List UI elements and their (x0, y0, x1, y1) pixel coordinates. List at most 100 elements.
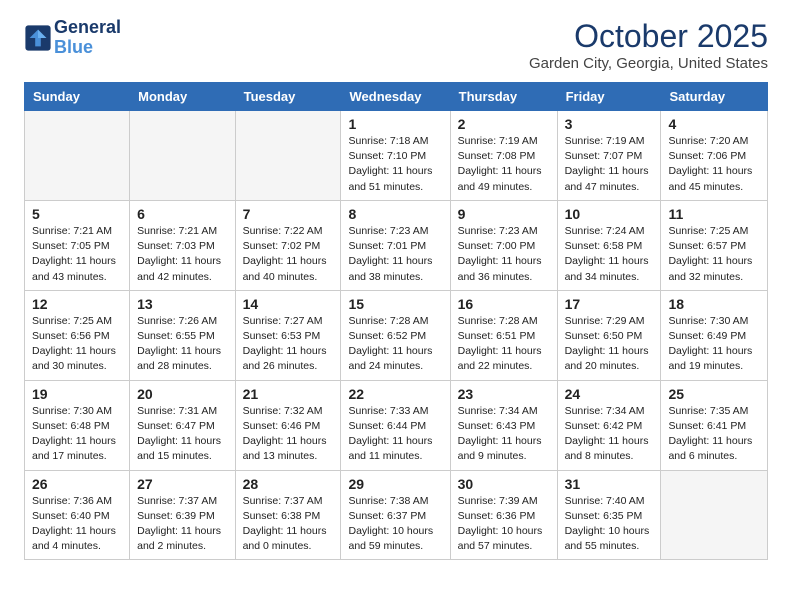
cal-cell: 27 Sunrise: 7:37 AMSunset: 6:39 PMDayligh… (130, 470, 235, 560)
week-row-2: 5 Sunrise: 7:21 AMSunset: 7:05 PMDaylight… (25, 200, 768, 290)
cell-content: Sunrise: 7:34 AMSunset: 6:43 PMDaylight:… (458, 404, 550, 465)
cal-cell: 4 Sunrise: 7:20 AMSunset: 7:06 PMDaylight… (661, 111, 768, 201)
date-number: 18 (668, 296, 760, 312)
weekday-header-monday: Monday (130, 83, 235, 111)
cal-cell (235, 111, 341, 201)
cal-cell: 13 Sunrise: 7:26 AMSunset: 6:55 PMDayligh… (130, 290, 235, 380)
week-row-1: 1 Sunrise: 7:18 AMSunset: 7:10 PMDaylight… (25, 111, 768, 201)
cal-cell: 12 Sunrise: 7:25 AMSunset: 6:56 PMDayligh… (25, 290, 130, 380)
header: General Blue October 2025 Garden City, G… (24, 18, 768, 72)
cal-cell: 6 Sunrise: 7:21 AMSunset: 7:03 PMDaylight… (130, 200, 235, 290)
date-number: 12 (32, 296, 122, 312)
cal-cell: 15Sunrise: 7:28 AMSunset: 6:52 PMDayligh… (341, 290, 450, 380)
cell-content: Sunrise: 7:27 AMSunset: 6:53 PMDaylight:… (243, 314, 334, 375)
cal-cell: 10Sunrise: 7:24 AMSunset: 6:58 PMDayligh… (557, 200, 661, 290)
cal-cell: 1 Sunrise: 7:18 AMSunset: 7:10 PMDaylight… (341, 111, 450, 201)
cal-cell: 22Sunrise: 7:33 AMSunset: 6:44 PMDayligh… (341, 380, 450, 470)
date-number: 27 (137, 476, 227, 492)
cal-cell: 9 Sunrise: 7:23 AMSunset: 7:00 PMDaylight… (450, 200, 557, 290)
date-number: 9 (458, 206, 550, 222)
logo-icon (24, 24, 52, 52)
date-number: 4 (668, 116, 760, 132)
cal-cell: 21Sunrise: 7:32 AMSunset: 6:46 PMDayligh… (235, 380, 341, 470)
date-number: 28 (243, 476, 334, 492)
date-number: 30 (458, 476, 550, 492)
cell-content: Sunrise: 7:30 AMSunset: 6:49 PMDaylight:… (668, 314, 760, 375)
cal-cell (661, 470, 768, 560)
date-number: 24 (565, 386, 654, 402)
weekday-header-sunday: Sunday (25, 83, 130, 111)
cal-cell: 18 Sunrise: 7:30 AMSunset: 6:49 PMDayligh… (661, 290, 768, 380)
cell-content: Sunrise: 7:21 AMSunset: 7:03 PMDaylight:… (137, 224, 227, 285)
cell-content: Sunrise: 7:35 AMSunset: 6:41 PMDaylight:… (668, 404, 760, 465)
weekday-header-tuesday: Tuesday (235, 83, 341, 111)
date-number: 17 (565, 296, 654, 312)
cell-content: Sunrise: 7:26 AMSunset: 6:55 PMDaylight:… (137, 314, 227, 375)
cell-content: Sunrise: 7:18 AMSunset: 7:10 PMDaylight:… (348, 134, 442, 195)
date-number: 22 (348, 386, 442, 402)
cal-cell: 11 Sunrise: 7:25 AMSunset: 6:57 PMDayligh… (661, 200, 768, 290)
title-section: October 2025 Garden City, Georgia, Unite… (529, 18, 768, 72)
date-number: 3 (565, 116, 654, 132)
calendar-table: SundayMondayTuesdayWednesdayThursdayFrid… (24, 82, 768, 560)
cal-cell (25, 111, 130, 201)
date-number: 6 (137, 206, 227, 222)
cal-cell: 23 Sunrise: 7:34 AMSunset: 6:43 PMDayligh… (450, 380, 557, 470)
cal-cell: 25 Sunrise: 7:35 AMSunset: 6:41 PMDayligh… (661, 380, 768, 470)
cell-content: Sunrise: 7:31 AMSunset: 6:47 PMDaylight:… (137, 404, 227, 465)
cell-content: Sunrise: 7:30 AMSunset: 6:48 PMDaylight:… (32, 404, 122, 465)
date-number: 23 (458, 386, 550, 402)
date-number: 13 (137, 296, 227, 312)
cal-cell: 3 Sunrise: 7:19 AMSunset: 7:07 PMDaylight… (557, 111, 661, 201)
date-number: 25 (668, 386, 760, 402)
date-number: 1 (348, 116, 442, 132)
weekday-header-wednesday: Wednesday (341, 83, 450, 111)
week-row-4: 19Sunrise: 7:30 AMSunset: 6:48 PMDayligh… (25, 380, 768, 470)
date-number: 2 (458, 116, 550, 132)
cal-cell: 5 Sunrise: 7:21 AMSunset: 7:05 PMDaylight… (25, 200, 130, 290)
logo: General Blue (24, 18, 121, 58)
cal-cell: 28 Sunrise: 7:37 AMSunset: 6:38 PMDayligh… (235, 470, 341, 560)
page: General Blue October 2025 Garden City, G… (0, 0, 792, 578)
cal-cell: 14Sunrise: 7:27 AMSunset: 6:53 PMDayligh… (235, 290, 341, 380)
cell-content: Sunrise: 7:23 AMSunset: 7:01 PMDaylight:… (348, 224, 442, 285)
cal-cell: 8 Sunrise: 7:23 AMSunset: 7:01 PMDaylight… (341, 200, 450, 290)
cal-cell: 16 Sunrise: 7:28 AMSunset: 6:51 PMDayligh… (450, 290, 557, 380)
cal-cell: 17 Sunrise: 7:29 AMSunset: 6:50 PMDayligh… (557, 290, 661, 380)
cell-content: Sunrise: 7:25 AMSunset: 6:57 PMDaylight:… (668, 224, 760, 285)
month-title: October 2025 (529, 18, 768, 55)
weekday-header-saturday: Saturday (661, 83, 768, 111)
cell-content: Sunrise: 7:19 AMSunset: 7:08 PMDaylight:… (458, 134, 550, 195)
cal-cell: 2 Sunrise: 7:19 AMSunset: 7:08 PMDaylight… (450, 111, 557, 201)
date-number: 29 (348, 476, 442, 492)
cell-content: Sunrise: 7:23 AMSunset: 7:00 PMDaylight:… (458, 224, 550, 285)
cell-content: Sunrise: 7:37 AMSunset: 6:39 PMDaylight:… (137, 494, 227, 555)
cell-content: Sunrise: 7:21 AMSunset: 7:05 PMDaylight:… (32, 224, 122, 285)
cal-cell: 29 Sunrise: 7:38 AMSunset: 6:37 PMDayligh… (341, 470, 450, 560)
cal-cell: 20Sunrise: 7:31 AMSunset: 6:47 PMDayligh… (130, 380, 235, 470)
cal-cell: 7 Sunrise: 7:22 AMSunset: 7:02 PMDaylight… (235, 200, 341, 290)
cell-content: Sunrise: 7:20 AMSunset: 7:06 PMDaylight:… (668, 134, 760, 195)
location-subtitle: Garden City, Georgia, United States (529, 55, 768, 72)
date-number: 31 (565, 476, 654, 492)
cell-content: Sunrise: 7:38 AMSunset: 6:37 PMDaylight:… (348, 494, 442, 555)
cell-content: Sunrise: 7:37 AMSunset: 6:38 PMDaylight:… (243, 494, 334, 555)
cal-cell: 24Sunrise: 7:34 AMSunset: 6:42 PMDayligh… (557, 380, 661, 470)
cell-content: Sunrise: 7:28 AMSunset: 6:51 PMDaylight:… (458, 314, 550, 375)
cell-content: Sunrise: 7:29 AMSunset: 6:50 PMDaylight:… (565, 314, 654, 375)
date-number: 21 (243, 386, 334, 402)
date-number: 11 (668, 206, 760, 222)
cell-content: Sunrise: 7:36 AMSunset: 6:40 PMDaylight:… (32, 494, 122, 555)
cal-cell: 19Sunrise: 7:30 AMSunset: 6:48 PMDayligh… (25, 380, 130, 470)
cal-cell: 30Sunrise: 7:39 AMSunset: 6:36 PMDayligh… (450, 470, 557, 560)
cell-content: Sunrise: 7:19 AMSunset: 7:07 PMDaylight:… (565, 134, 654, 195)
date-number: 16 (458, 296, 550, 312)
cell-content: Sunrise: 7:22 AMSunset: 7:02 PMDaylight:… (243, 224, 334, 285)
cal-cell: 26Sunrise: 7:36 AMSunset: 6:40 PMDayligh… (25, 470, 130, 560)
weekday-header-thursday: Thursday (450, 83, 557, 111)
cell-content: Sunrise: 7:25 AMSunset: 6:56 PMDaylight:… (32, 314, 122, 375)
weekday-header-friday: Friday (557, 83, 661, 111)
date-number: 5 (32, 206, 122, 222)
date-number: 8 (348, 206, 442, 222)
date-number: 7 (243, 206, 334, 222)
